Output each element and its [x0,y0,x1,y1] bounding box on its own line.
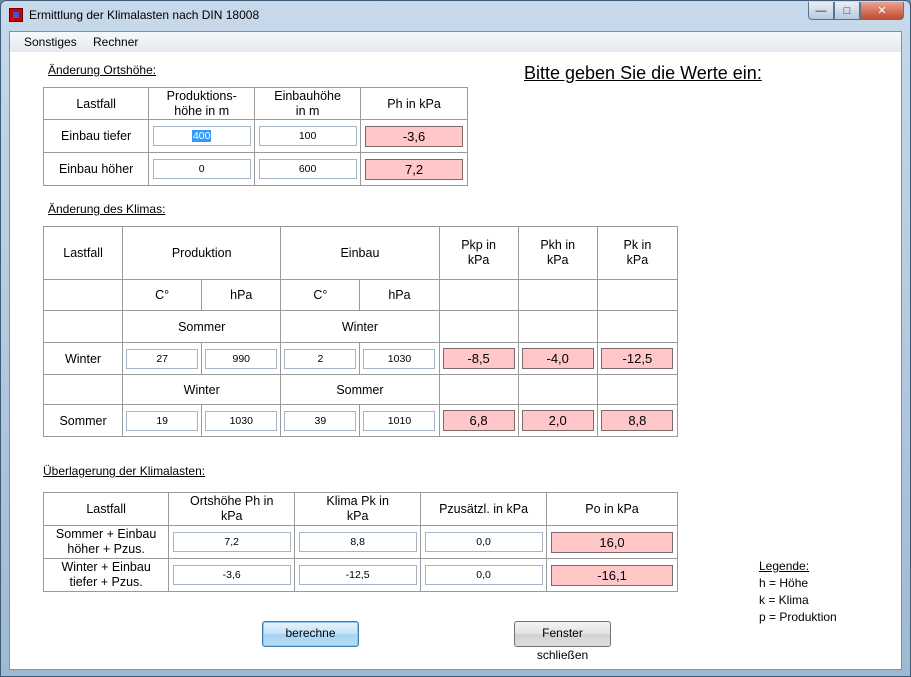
col-header-produktionshoehe: Produktions- höhe in m [148,87,256,120]
menu-rechner[interactable]: Rechner [93,35,138,49]
sommer-ph-value-field[interactable]: 7,2 [172,532,291,552]
sommer-pkp-result: 6,8 [442,410,515,431]
sommer-einbau-hpa-input[interactable]: 1010 [363,410,436,431]
winter-pkp-result: -8,5 [442,348,515,369]
sommer-produktion-c-input[interactable]: 19 [126,410,199,431]
section-ueberlagerung-label: Überlagerung der Klimalasten: [43,464,206,478]
winter-pk-result: -12,5 [601,348,674,369]
season-einbau-sommer-case: Sommer [280,374,440,405]
window-title: Ermittlung der Klimalasten nach DIN 1800… [29,8,260,22]
minimize-button[interactable]: — [808,2,834,20]
einbauhoehe-hoeher-input[interactable]: 600 [258,159,357,179]
winter-po-result: -16,1 [551,564,674,586]
unit-c-produktion: C° [122,279,203,311]
ph-hoeher-result: 7,2 [365,158,464,180]
row-label-sommer: Sommer [42,404,124,437]
ueberlagerung-table: Lastfall Ortshöhe Ph in kPa Klima Pk in … [42,492,678,592]
menu-bar: Sonstiges Rechner [10,32,901,52]
winter-pkh-result: -4,0 [521,348,594,369]
row-label-einbau-hoeher: Einbau höher [42,152,150,186]
row-label-einbau-tiefer: Einbau tiefer [42,119,150,153]
winter-pzusaetzl-input[interactable]: 0,0 [424,565,543,585]
season-produktion-sommer-case: Winter [122,374,282,405]
row-label-sommer-einbau-hoeher: Sommer + Einbau höher + Pzus. [42,525,170,559]
col-header-pkp: Pkp in kPa [438,226,519,280]
col-header-klima-pk: Klima Pk in kPa [294,492,422,526]
row-label-winter-einbau-tiefer: Winter + Einbau tiefer + Pzus. [42,558,170,592]
prompt-heading: Bitte geben Sie die Werte ein: [524,63,762,83]
berechne-button[interactable]: berechne [262,621,359,647]
col-header-lastfall: Lastfall [42,226,124,280]
ph-tiefer-result: -3,6 [365,125,464,147]
winter-pk-value-field[interactable]: -12,5 [298,565,417,585]
ortshoehe-table: Lastfall Produktions- höhe in m Einbauhö… [42,87,468,186]
section-klima-label: Änderung des Klimas: [48,202,166,216]
fenster-schliessen-button[interactable]: Fenster schließen [514,621,611,662]
app-window: Ermittlung der Klimalasten nach DIN 1800… [0,0,911,677]
produktionshoehe-tiefer-input[interactable]: 400 [152,126,251,146]
season-produktion-winter-case: Sommer [122,310,282,343]
col-header-lastfall: Lastfall [42,492,170,526]
winter-produktion-hpa-input[interactable]: 990 [205,348,278,369]
menu-sonstiges[interactable]: Sonstiges [24,35,77,49]
winter-einbau-c-input[interactable]: 2 [284,348,357,369]
produktionshoehe-tiefer-value: 400 [191,130,212,142]
col-header-pzusaetzl: Pzusätzl. in kPa [420,492,548,526]
col-header-einbau: Einbau [280,226,440,280]
close-icon: ✕ [877,5,887,17]
produktionshoehe-hoeher-input[interactable]: 0 [152,159,251,179]
legend-item: k = Klima [759,593,809,607]
app-icon [9,8,23,22]
title-bar[interactable]: Ermittlung der Klimalasten nach DIN 1800… [1,1,910,29]
maximize-button[interactable]: □ [834,2,860,20]
legend-title: Legende: [759,559,810,573]
season-einbau-winter-case: Winter [280,310,440,343]
minimize-icon: — [815,4,827,17]
col-header-einbauhoehe: Einbauhöhe in m [254,87,362,120]
sommer-produktion-hpa-input[interactable]: 1030 [205,410,278,431]
winter-ph-value-field[interactable]: -3,6 [172,565,291,585]
col-header-produktion: Produktion [122,226,282,280]
winter-einbau-hpa-input[interactable]: 1030 [363,348,436,369]
einbauhoehe-tiefer-input[interactable]: 100 [258,126,357,146]
sommer-pkh-result: 2,0 [521,410,594,431]
unit-hpa-produktion: hPa [201,279,282,311]
winter-produktion-c-input[interactable]: 27 [126,348,199,369]
col-header-pk: Pk in kPa [596,226,679,280]
sommer-pk-result: 8,8 [601,410,674,431]
sommer-einbau-c-input[interactable]: 39 [284,410,357,431]
section-ortshoehe-label: Änderung Ortshöhe: [48,63,157,77]
close-button[interactable]: ✕ [860,2,904,20]
unit-hpa-einbau: hPa [359,279,440,311]
sommer-po-result: 16,0 [551,531,674,553]
col-header-pkh: Pkh in kPa [517,226,598,280]
col-header-ortshoehe-ph: Ortshöhe Ph in kPa [168,492,296,526]
legend-item: p = Produktion [759,610,837,624]
legend: Legende: h = Höhe k = Klima p = Produkti… [759,558,837,626]
klima-table: Lastfall Produktion Einbau Pkp in kPa Pk… [42,226,679,437]
sommer-pk-value-field[interactable]: 8,8 [298,532,417,552]
col-header-po: Po in kPa [546,492,678,526]
legend-item: h = Höhe [759,576,809,590]
sommer-pzusaetzl-input[interactable]: 0,0 [424,532,543,552]
col-header-ph: Ph in kPa [360,87,468,120]
col-header-lastfall: Lastfall [42,87,150,120]
maximize-icon: □ [843,4,851,17]
client-area: Sonstiges Rechner Bitte geben Sie die We… [9,31,902,670]
row-label-winter: Winter [42,342,124,375]
unit-c-einbau: C° [280,279,361,311]
